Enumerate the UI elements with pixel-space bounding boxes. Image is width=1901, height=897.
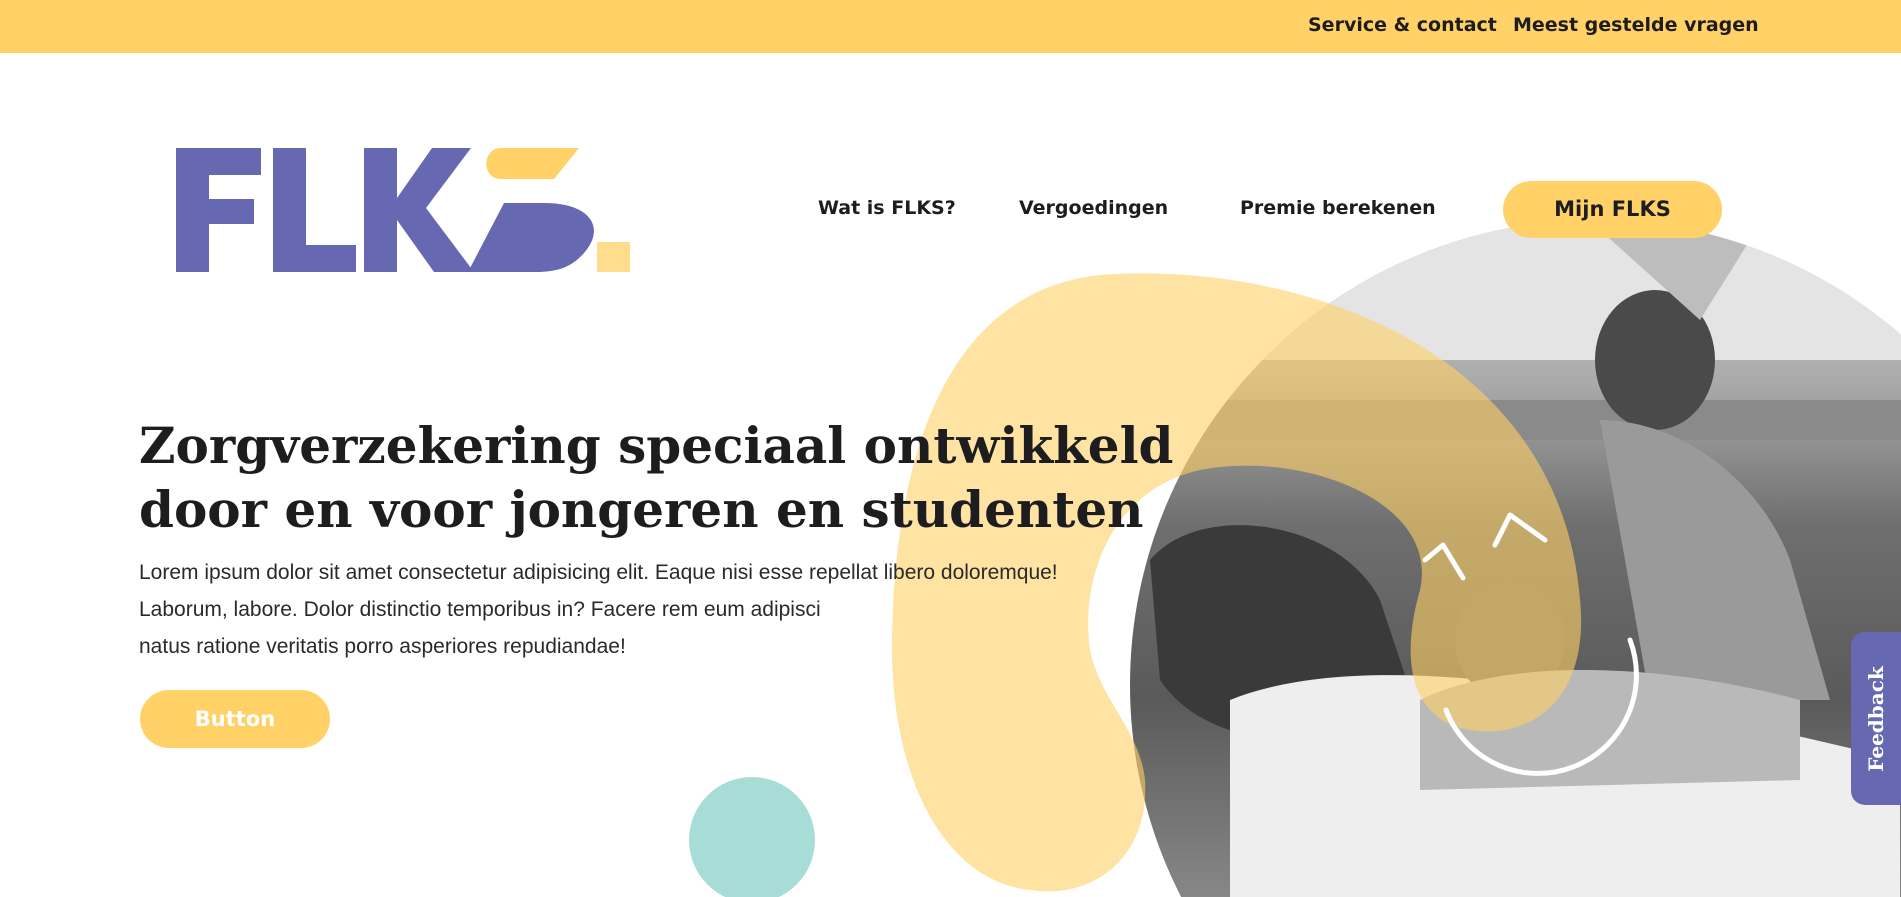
faq-link[interactable]: Meest gestelde vragen <box>1513 14 1759 36</box>
ear-left-shape <box>1422 542 1466 581</box>
hero-description-line: natus ratione veritatis porro asperiores… <box>139 635 626 658</box>
hero-photo <box>1130 220 1901 897</box>
hero-description: Lorem ipsum dolor sit amet consectetur a… <box>139 554 1149 665</box>
smile-arc-shape <box>1443 637 1639 776</box>
hero-cta-button[interactable]: Button <box>140 690 330 748</box>
flks-logo[interactable] <box>176 148 630 276</box>
mijn-flks-button[interactable]: Mijn FLKS <box>1503 181 1722 238</box>
feedback-label: Feedback <box>1864 665 1888 772</box>
teal-dot-shape <box>689 777 815 897</box>
top-bar: Service & contact Meest gestelde vragen <box>0 0 1901 53</box>
nav-item-vergoedingen[interactable]: Vergoedingen <box>1019 197 1168 219</box>
hero-title-line: Zorgverzekering speciaal ontwikkeld <box>139 416 1174 475</box>
nav-item-premie-berekenen[interactable]: Premie berekenen <box>1240 197 1436 219</box>
hero-description-line: Lorem ipsum dolor sit amet consectetur a… <box>139 561 1058 584</box>
hero-description-line: Laborum, labore. Dolor distinctio tempor… <box>139 598 821 621</box>
service-contact-link[interactable]: Service & contact <box>1308 14 1497 36</box>
feedback-tab[interactable]: Feedback <box>1851 632 1901 805</box>
nav-item-wat-is-flks[interactable]: Wat is FLKS? <box>818 197 956 219</box>
hero-title: Zorgverzekering speciaal ontwikkeld door… <box>139 414 1199 542</box>
hero-title-line: door en voor jongeren en studenten <box>139 480 1144 539</box>
ear-right-shape <box>1492 512 1548 548</box>
